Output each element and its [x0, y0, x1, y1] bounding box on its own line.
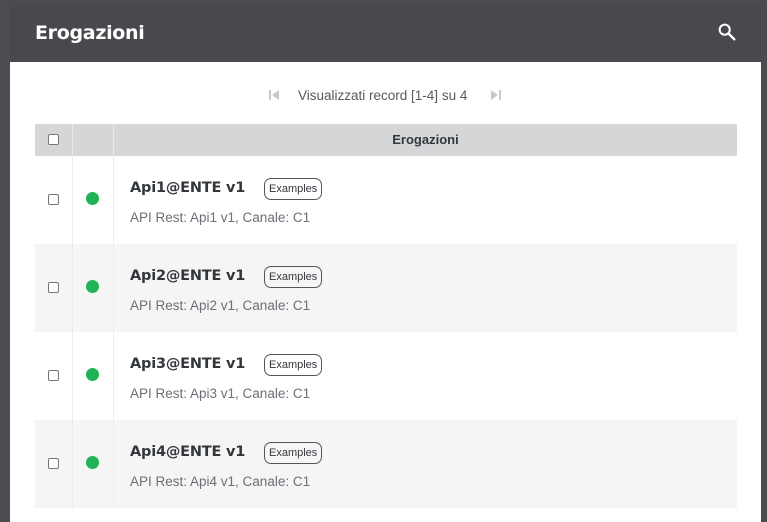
- row-checkbox[interactable]: [48, 458, 59, 469]
- table-row[interactable]: Api2@ENTE v1 Examples API Rest: Api2 v1,…: [35, 244, 737, 332]
- row-checkbox[interactable]: [48, 370, 59, 381]
- row-select-cell: [35, 244, 73, 332]
- status-dot-icon: [86, 280, 99, 293]
- api-name[interactable]: Api3@ENTE v1: [130, 356, 245, 372]
- tag-badge: Examples: [264, 266, 323, 288]
- api-name[interactable]: Api2@ENTE v1: [130, 268, 245, 284]
- row-content[interactable]: Api4@ENTE v1 Examples API Rest: Api4 v1,…: [114, 420, 737, 508]
- api-description: API Rest: Api3 v1, Canale: C1: [130, 386, 311, 401]
- tag-badge: Examples: [264, 178, 323, 200]
- row-status-cell: [73, 244, 114, 332]
- last-page-icon[interactable]: [490, 88, 502, 102]
- row-select-cell: [35, 332, 73, 420]
- row-select-cell: [35, 156, 73, 244]
- search-icon[interactable]: [716, 21, 738, 43]
- api-name[interactable]: Api4@ENTE v1: [130, 444, 245, 460]
- table-row[interactable]: Api4@ENTE v1 Examples API Rest: Api4 v1,…: [35, 420, 737, 508]
- row-status-cell: [73, 332, 114, 420]
- row-checkbox[interactable]: [48, 282, 59, 293]
- row-select-cell: [35, 420, 73, 508]
- status-dot-icon: [86, 456, 99, 469]
- main-panel: Erogazioni Visualizzati record [1-4] su …: [10, 6, 761, 522]
- table-row[interactable]: Api1@ENTE v1 Examples API Rest: Api1 v1,…: [35, 156, 737, 244]
- api-description: API Rest: Api2 v1, Canale: C1: [130, 298, 311, 313]
- row-content[interactable]: Api2@ENTE v1 Examples API Rest: Api2 v1,…: [114, 244, 737, 332]
- app-header: Erogazioni: [10, 6, 761, 62]
- status-dot-icon: [86, 368, 99, 381]
- pagination: Visualizzati record [1-4] su 4: [10, 86, 761, 106]
- api-description: API Rest: Api4 v1, Canale: C1: [130, 474, 311, 489]
- row-status-cell: [73, 156, 114, 244]
- tag-badge: Examples: [264, 442, 323, 464]
- row-content[interactable]: Api1@ENTE v1 Examples API Rest: Api1 v1,…: [114, 156, 737, 244]
- row-checkbox[interactable]: [48, 194, 59, 205]
- row-content[interactable]: Api3@ENTE v1 Examples API Rest: Api3 v1,…: [114, 332, 737, 420]
- erogazioni-table: Erogazioni Api1@ENTE v1 Examples API Res…: [35, 124, 737, 508]
- table-header: Erogazioni: [35, 124, 737, 156]
- column-header-erogazioni[interactable]: Erogazioni: [114, 124, 737, 156]
- tag-badge: Examples: [264, 354, 323, 376]
- status-header-cell: [73, 124, 114, 156]
- table-row[interactable]: Api3@ENTE v1 Examples API Rest: Api3 v1,…: [35, 332, 737, 420]
- select-all-cell: [35, 124, 73, 156]
- select-all-checkbox[interactable]: [48, 134, 59, 145]
- api-description: API Rest: Api1 v1, Canale: C1: [130, 210, 311, 225]
- api-name[interactable]: Api1@ENTE v1: [130, 180, 245, 196]
- row-status-cell: [73, 420, 114, 508]
- page-title: Erogazioni: [35, 22, 145, 44]
- first-page-icon[interactable]: [268, 88, 280, 102]
- pagination-status: Visualizzati record [1-4] su 4: [298, 88, 468, 103]
- status-dot-icon: [86, 192, 99, 205]
